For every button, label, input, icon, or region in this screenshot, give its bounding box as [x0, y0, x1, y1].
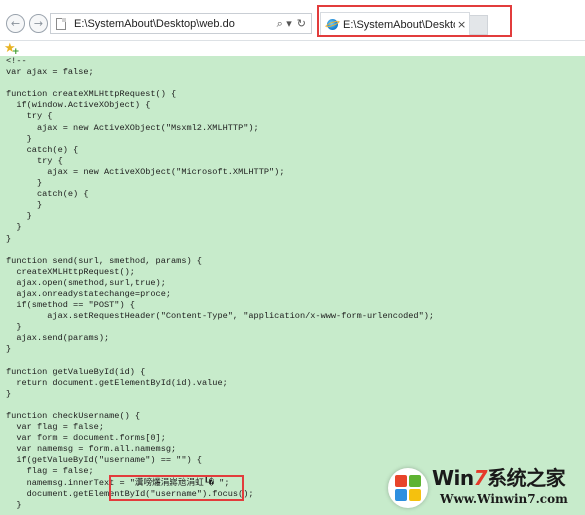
- code-line: ajax = new ActiveXObject("Msxml2.XMLHTTP…: [6, 122, 259, 133]
- tab-title: E:\SystemAbout\Desktop...: [343, 18, 455, 31]
- code-line: }: [6, 344, 12, 355]
- code-line: ajax.onreadystatechange=proce;: [6, 288, 172, 299]
- add-favorite-star-icon[interactable]: ★: [4, 41, 19, 60]
- code-line: namemsg.innerText = "瀵嗙爜涓嶈兘涓虹┖� ";: [6, 477, 230, 488]
- source-code: <!-- var ajax = false; function createXMLH…: [6, 56, 434, 511]
- arrow-left-icon: ←: [10, 17, 21, 30]
- page-content: <!-- var ajax = false; function createXMLH…: [0, 56, 585, 515]
- code-line: function getValueById(id) {: [6, 366, 146, 377]
- page-icon: [56, 17, 66, 30]
- code-line: return document.getElementById(id).value…: [6, 377, 228, 388]
- ie-favicon-icon: [327, 19, 338, 30]
- close-icon[interactable]: ×: [457, 19, 466, 30]
- code-line: ajax.open(smethod,surl,true);: [6, 277, 166, 288]
- code-line: }: [6, 178, 43, 189]
- code-line: function send(surl, smethod, params) {: [6, 255, 202, 266]
- forward-button[interactable]: →: [29, 14, 48, 33]
- code-line: }: [6, 211, 32, 222]
- code-line: var namemsg = form.all.namemsg;: [6, 444, 177, 455]
- code-line: var ajax = false;: [6, 67, 94, 78]
- code-line: try {: [6, 155, 63, 166]
- code-line: }: [6, 233, 12, 244]
- code-line: var flag = false;: [6, 422, 104, 433]
- code-line: ajax.send(params);: [6, 333, 110, 344]
- search-icon[interactable]: ⌕ ▾: [277, 18, 292, 29]
- back-button[interactable]: ←: [6, 14, 25, 33]
- code-line: catch(e) {: [6, 189, 89, 200]
- code-line: ajax = new ActiveXObject("Microsoft.XMLH…: [6, 166, 285, 177]
- code-line: try {: [6, 111, 53, 122]
- tab-active[interactable]: E:\SystemAbout\Desktop... ×: [320, 12, 470, 36]
- favorites-bar: ★: [0, 40, 585, 60]
- code-line: }: [6, 222, 22, 233]
- refresh-icon[interactable]: ↻: [297, 18, 306, 29]
- code-line: }: [6, 200, 43, 211]
- code-line: }: [6, 388, 12, 399]
- arrow-right-icon: →: [33, 17, 44, 30]
- new-tab-button[interactable]: [470, 15, 488, 35]
- code-line: flag = false;: [6, 466, 94, 477]
- browser-toolbar: ← → E:\SystemAbout\Desktop\web.do ⌕ ▾ ↻ …: [0, 0, 585, 40]
- code-line: if(getValueById("username") == "") {: [6, 455, 202, 466]
- code-line: }: [6, 133, 32, 144]
- code-line: if(smethod == "POST") {: [6, 300, 135, 311]
- code-line: function checkUsername() {: [6, 411, 141, 421]
- address-bar[interactable]: E:\SystemAbout\Desktop\web.do ⌕ ▾ ↻: [50, 13, 312, 34]
- code-line: var form = document.forms[0];: [6, 433, 166, 444]
- code-line: catch(e) {: [6, 144, 79, 155]
- address-text[interactable]: E:\SystemAbout\Desktop\web.do: [74, 18, 277, 30]
- code-line: }: [6, 322, 22, 333]
- code-line: createXMLHttpRequest();: [6, 266, 135, 277]
- code-line: function createXMLHttpRequest() {: [6, 89, 177, 100]
- code-line: document.getElementById("username").focu…: [6, 488, 254, 499]
- code-line: }: [6, 499, 22, 510]
- code-line: if(window.ActiveXObject) {: [6, 100, 151, 111]
- code-line: ajax.setRequestHeader("Content-Type", "a…: [6, 311, 435, 322]
- code-line: <!--: [6, 56, 27, 66]
